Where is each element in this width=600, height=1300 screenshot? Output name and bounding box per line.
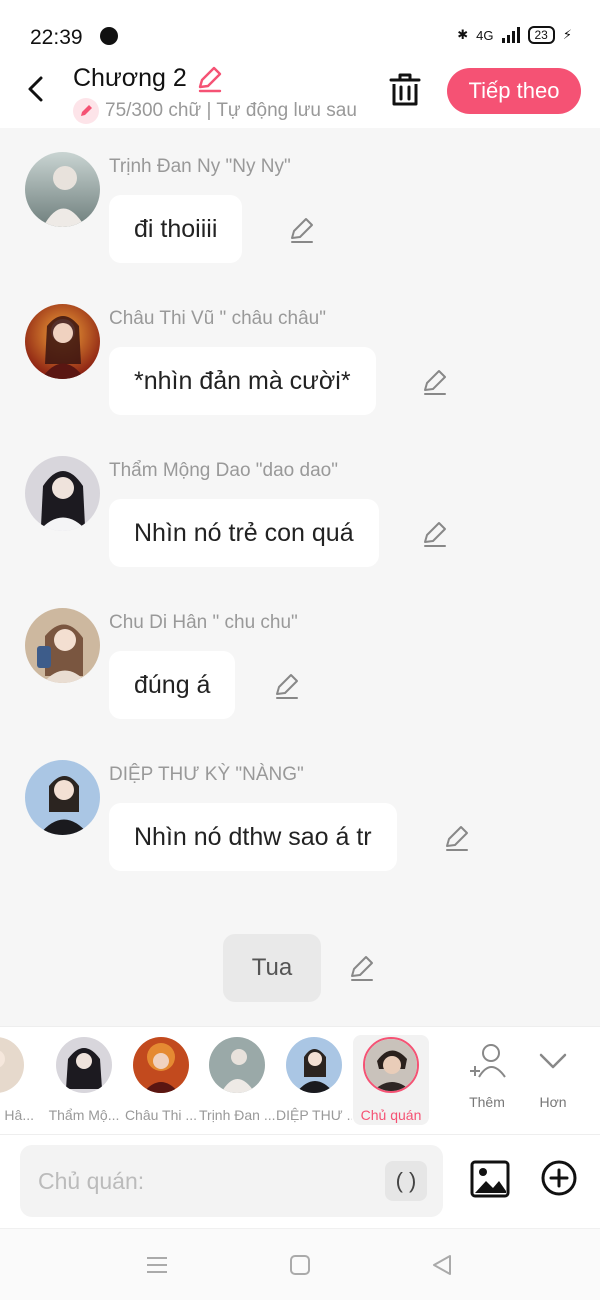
character-avatar (0, 1037, 24, 1093)
avatar[interactable] (25, 152, 100, 227)
word-count: 75/300 chữ | Tự động lưu sau (105, 100, 357, 121)
character-name: Hâ... (4, 1107, 34, 1123)
chevron-down-icon (539, 1053, 567, 1069)
edit-title-icon[interactable] (195, 65, 223, 93)
edit-message-icon[interactable] (421, 368, 449, 396)
message-input[interactable] (38, 1165, 378, 1197)
avatar[interactable] (25, 304, 100, 379)
status-time: 22:39 (30, 26, 83, 49)
home-icon[interactable] (288, 1253, 312, 1277)
edit-message-icon[interactable] (273, 672, 301, 700)
status-icons: ✱ 4G 23 ⚡ (457, 26, 572, 44)
narration-bubble[interactable]: Tua (223, 934, 321, 1002)
sender-name: Trịnh Đan Ny "Ny Ny" (109, 156, 291, 177)
back-button[interactable] (22, 74, 52, 104)
character-avatar (286, 1037, 342, 1093)
next-button[interactable]: Tiếp theo (447, 68, 581, 114)
avatar[interactable] (25, 456, 100, 531)
edit-message-icon[interactable] (443, 824, 471, 852)
character-strip: Hâ... Thẩm Mộ... Châu Thi ... Trịnh Đan … (0, 1026, 600, 1134)
character-name: Châu Thi ... (124, 1107, 198, 1123)
sender-name: Chu Di Hân " chu chu" (109, 612, 298, 633)
character-item[interactable]: Châu Thi ... (123, 1035, 199, 1123)
character-name: Chủ quán (360, 1107, 422, 1123)
message-bubble[interactable]: đúng á (109, 651, 236, 719)
more-label: Hơn (539, 1094, 567, 1110)
character-avatar (209, 1037, 265, 1093)
message-bubble[interactable]: *nhìn đản mà cười* (109, 347, 376, 415)
character-name: DIỆP THƯ ... (276, 1107, 352, 1123)
character-avatar (56, 1037, 112, 1093)
signal-icon (501, 27, 520, 43)
character-avatar (363, 1037, 419, 1093)
message-bubble[interactable]: Nhìn nó trẻ con quá (109, 499, 379, 567)
edit-narration-icon[interactable] (348, 954, 376, 982)
add-user-icon (470, 1044, 506, 1078)
character-name: Trịnh Đan ... (199, 1107, 275, 1123)
character-name: Thẩm Mộ... (48, 1107, 120, 1123)
add-character-label: Thêm (469, 1094, 505, 1110)
input-bar: ( ) (0, 1134, 600, 1228)
menu-icon[interactable] (145, 1253, 169, 1277)
title-row: Chương 2 (73, 64, 223, 93)
add-character-button[interactable]: Thêm (459, 1041, 515, 1110)
message-input-box: ( ) (20, 1145, 443, 1217)
action-bracket-button[interactable]: ( ) (385, 1161, 427, 1201)
edit-message-icon[interactable] (288, 216, 316, 244)
message-bubble[interactable]: Nhìn nó dthw sao á tr (109, 803, 397, 871)
sender-name: DIỆP THƯ KỲ "NÀNG" (109, 764, 304, 785)
back-nav-icon[interactable] (430, 1253, 454, 1277)
character-item[interactable]: Trịnh Đan ... (199, 1035, 275, 1123)
sender-name: Châu Thi Vũ " châu châu" (109, 308, 326, 329)
word-count-row: 75/300 chữ | Tự động lưu sau (73, 98, 363, 124)
battery-level: 23 (527, 26, 555, 44)
system-nav-bar (0, 1228, 600, 1300)
character-avatar (133, 1037, 189, 1093)
network-type: 4G (476, 27, 494, 43)
message-bubble[interactable]: đi thoiiii (109, 195, 243, 263)
more-button[interactable]: Hơn (525, 1041, 581, 1110)
character-item[interactable]: Thẩm Mộ... (46, 1035, 122, 1123)
character-item-selected[interactable]: Chủ quán (353, 1035, 429, 1125)
status-bar: 22:39 ✱ 4G 23 ⚡ (0, 0, 600, 60)
charging-icon: ⚡ (562, 27, 572, 42)
bluetooth-icon: ✱ (457, 27, 469, 42)
sender-name: Thẩm Mộng Dao "dao dao" (109, 460, 338, 481)
header: Chương 2 75/300 chữ | Tự động lưu sau Ti… (0, 60, 600, 128)
image-icon[interactable] (470, 1159, 510, 1199)
avatar[interactable] (25, 608, 100, 683)
character-item[interactable]: DIỆP THƯ ... (276, 1035, 352, 1123)
globe-icon (100, 27, 118, 45)
chat-area: Trịnh Đan Ny "Ny Ny" đi thoiiii Châu Thi… (0, 128, 600, 1026)
page-title: Chương 2 (73, 64, 187, 92)
edit-message-icon[interactable] (421, 520, 449, 548)
character-item[interactable]: Hâ... (0, 1035, 34, 1123)
trash-button[interactable] (388, 72, 422, 108)
plus-icon[interactable] (540, 1159, 578, 1197)
avatar[interactable] (25, 760, 100, 835)
pencil-icon (73, 98, 99, 124)
